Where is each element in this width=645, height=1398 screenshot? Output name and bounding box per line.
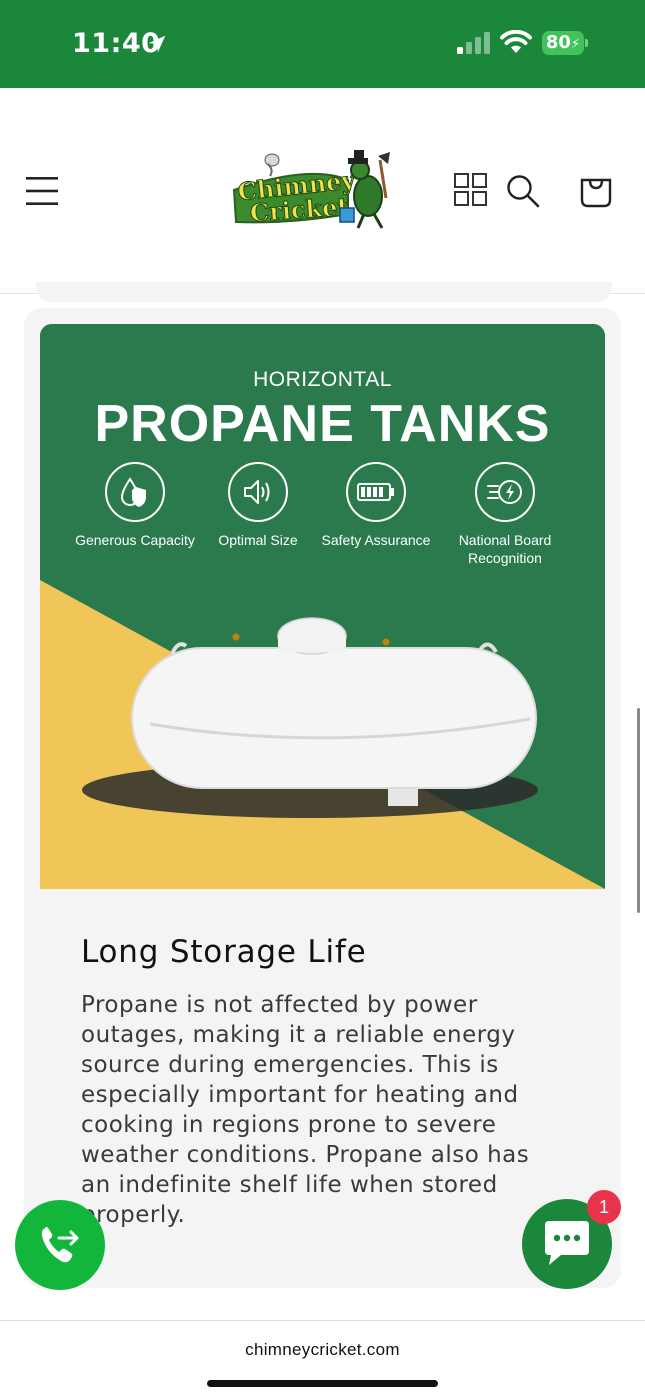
propane-tank-banner: HORIZONTAL PROPANE TANKS Generous Capaci… xyxy=(40,324,605,889)
banner-title: PROPANE TANKS xyxy=(94,395,551,453)
home-indicator[interactable] xyxy=(207,1380,438,1387)
feature-icon-circle xyxy=(475,462,535,522)
battery-full-icon xyxy=(357,483,394,501)
url-text[interactable]: chimneycricket.com xyxy=(0,1340,645,1360)
feature-icon-circle xyxy=(228,462,288,522)
feature-generous-capacity: Generous Capacity xyxy=(70,462,200,549)
grid-icon[interactable] xyxy=(454,173,487,206)
cellular-signal-icon xyxy=(457,32,490,54)
hamburger-menu-icon[interactable] xyxy=(26,176,58,206)
search-icon[interactable] xyxy=(506,174,540,208)
wifi-icon xyxy=(500,30,532,53)
chat-unread-badge: 1 xyxy=(587,1190,621,1224)
site-header: Chimney Cricket xyxy=(0,88,645,294)
shopping-bag-icon[interactable] xyxy=(578,172,614,208)
chimney-cricket-logo[interactable]: Chimney Cricket xyxy=(230,150,392,234)
banner-subtitle: HORIZONTAL xyxy=(253,368,392,391)
feature-safety-assurance: Safety Assurance xyxy=(311,462,441,549)
feature-label: Generous Capacity xyxy=(75,532,195,548)
feature-label: Optimal Size xyxy=(218,532,298,548)
svg-text:Cricket: Cricket xyxy=(249,192,349,228)
location-arrow-icon xyxy=(148,35,166,53)
speed-bolt-icon xyxy=(487,480,522,504)
scrollbar[interactable] xyxy=(637,708,640,913)
battery-level: 80⚡ xyxy=(542,31,584,55)
previous-card-edge xyxy=(36,282,612,302)
status-bar: 11:40 80⚡ xyxy=(0,0,645,88)
speaker-volume-icon xyxy=(244,480,270,504)
section-heading: Long Storage Life xyxy=(81,934,367,970)
phone-forward-icon xyxy=(41,1227,79,1263)
battery-cap xyxy=(585,39,588,47)
battery-level-text: 80 xyxy=(545,32,571,53)
feature-icon-circle xyxy=(346,462,406,522)
chat-bubble-icon xyxy=(545,1221,589,1265)
feature-card: HORIZONTAL PROPANE TANKS Generous Capaci… xyxy=(24,308,621,1288)
browser-bottom-bar: chimneycricket.com xyxy=(0,1320,645,1398)
battery-charging-icon: 80⚡ xyxy=(542,31,588,55)
feature-label: National Board Recognition xyxy=(458,532,552,566)
feature-label: Safety Assurance xyxy=(321,532,431,548)
droplet-shield-icon xyxy=(120,477,146,507)
feature-optimal-size: Optimal Size xyxy=(193,462,323,549)
feature-national-board-recognition: National Board Recognition xyxy=(440,462,570,567)
call-button[interactable] xyxy=(15,1200,105,1290)
section-body: Propane is not affected by power outages… xyxy=(81,992,530,1228)
feature-icon-circle xyxy=(105,462,165,522)
